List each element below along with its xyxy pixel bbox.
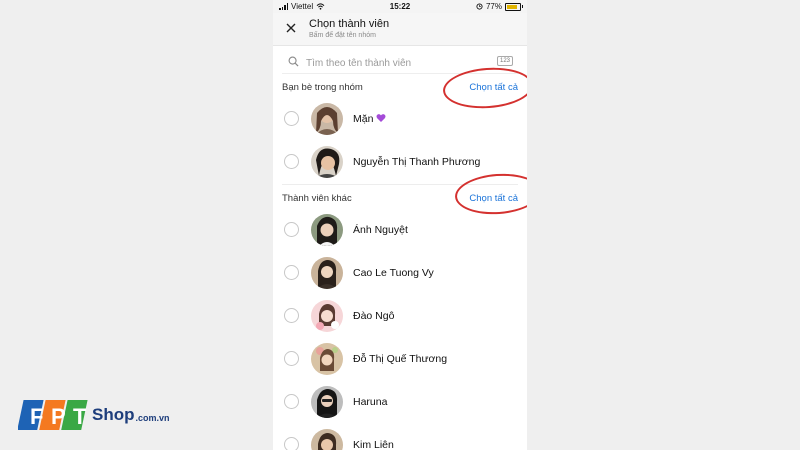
member-name: Ánh Nguyệt xyxy=(353,224,408,236)
select-radio[interactable] xyxy=(284,394,299,409)
member-name: Nguyễn Thị Thanh Phương xyxy=(353,156,481,168)
select-radio[interactable] xyxy=(284,265,299,280)
battery-icon xyxy=(505,2,523,11)
alarm-icon xyxy=(476,3,483,10)
list-item[interactable]: Cao Le Tuong Vy xyxy=(273,252,527,295)
select-radio[interactable] xyxy=(284,222,299,237)
list-item[interactable]: Nguyễn Thị Thanh Phương xyxy=(273,141,527,184)
purple-heart-icon xyxy=(376,114,386,122)
list-item[interactable]: Mặn xyxy=(273,98,527,141)
keyboard-badge[interactable]: 123 xyxy=(496,56,513,66)
avatar xyxy=(311,386,343,418)
section-label: Bạn bè trong nhóm xyxy=(282,82,363,93)
member-name: Đào Ngô xyxy=(353,310,395,322)
header: Chọn thành viên Bấm để đặt tên nhóm xyxy=(273,13,527,46)
list-item[interactable]: Haruna xyxy=(273,381,527,424)
avatar xyxy=(311,214,343,246)
member-name: Mặn xyxy=(353,113,374,125)
select-radio[interactable] xyxy=(284,308,299,323)
fpt-logo-icon: F P T xyxy=(18,400,88,430)
avatar xyxy=(311,103,343,135)
section-label: Thành viên khác xyxy=(282,193,352,204)
member-name: Haruna xyxy=(353,396,388,408)
avatar xyxy=(311,300,343,332)
list-item[interactable]: Ánh Nguyệt xyxy=(273,209,527,252)
select-radio[interactable] xyxy=(284,437,299,450)
page-title: Chọn thành viên xyxy=(309,18,390,30)
search-input[interactable] xyxy=(304,53,488,73)
select-radio[interactable] xyxy=(284,154,299,169)
list-item[interactable]: Đỗ Thị Quế Thương xyxy=(273,338,527,381)
close-icon[interactable] xyxy=(283,20,299,36)
search-icon xyxy=(288,56,299,67)
member-name: Kim Liên xyxy=(353,439,394,450)
section-header-friends: Bạn bè trong nhóm Chọn tất cả xyxy=(273,74,527,98)
search-bar: 123 xyxy=(282,53,518,74)
phone-screen: Viettel 15:22 77% Chọn thành viên Bấm để… xyxy=(273,0,527,450)
logo-letter-f: F xyxy=(30,404,43,429)
avatar xyxy=(311,429,343,450)
select-radio[interactable] xyxy=(284,111,299,126)
member-name: Đỗ Thị Quế Thương xyxy=(353,353,448,365)
list-item[interactable]: Kim Liên xyxy=(273,424,527,450)
brand-domain: .com.vn xyxy=(135,413,170,423)
select-all-button[interactable]: Chọn tất cả xyxy=(469,82,518,93)
brand-shop: Shop xyxy=(92,405,135,424)
avatar xyxy=(311,146,343,178)
avatar xyxy=(311,343,343,375)
fpt-shop-logo: F P T Shop .com.vn xyxy=(18,398,170,432)
list-item[interactable]: Đào Ngô xyxy=(273,295,527,338)
logo-letter-t: T xyxy=(73,404,87,429)
select-radio[interactable] xyxy=(284,351,299,366)
battery-percent: 77% xyxy=(485,2,502,11)
logo-letter-p: P xyxy=(51,404,66,429)
select-all-button[interactable]: Chọn tất cả xyxy=(469,193,518,204)
member-name: Cao Le Tuong Vy xyxy=(353,267,434,279)
section-header-other-members: Thành viên khác Chọn tất cả xyxy=(273,185,527,209)
status-bar: Viettel 15:22 77% xyxy=(273,0,527,13)
avatar xyxy=(311,257,343,289)
page-subtitle[interactable]: Bấm để đặt tên nhóm xyxy=(309,32,376,39)
